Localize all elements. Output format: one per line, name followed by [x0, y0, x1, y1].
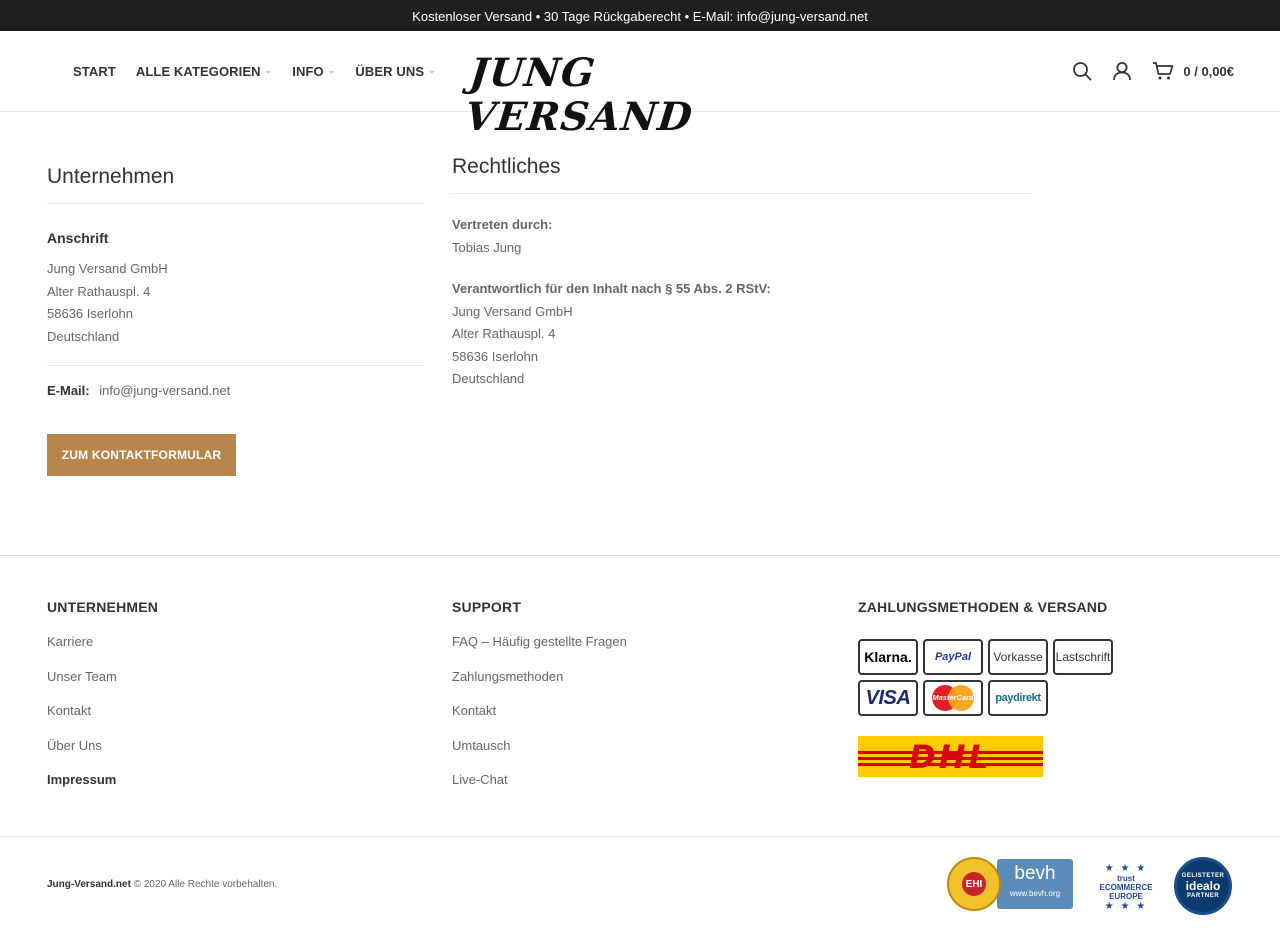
klarna-logo: Klarna. — [858, 639, 918, 675]
paypal-logo: PayPal — [923, 639, 983, 675]
announcement-bar: Kostenloser Versand • 30 Tage Rückgabere… — [0, 0, 1280, 31]
direct-debit-badge: Lastschrift — [1053, 639, 1113, 675]
main-nav: START ALLE KATEGORIEN ⌄ INFO ⌄ ÜBER UNS … — [73, 31, 456, 111]
represented-name: Tobias Jung — [452, 239, 522, 255]
address-line: Jung Versand GmbH — [452, 303, 573, 319]
search-button[interactable] — [1072, 61, 1092, 81]
copyright-text: Jung-Versand.net © 2020 Alle Rechte vorb… — [47, 879, 277, 890]
idealo-wordmark: idealo — [1185, 879, 1221, 893]
visa-logo: VISA — [858, 680, 918, 716]
nav-item-label: INFO — [292, 63, 324, 79]
cart-total: 0 / 0,00€ — [1183, 63, 1234, 79]
nav-item-label: ALLE KATEGORIEN — [135, 63, 261, 79]
footer-support-column: SUPPORT FAQ – Häufig gestellte Fragen Za… — [452, 599, 627, 805]
footer-link-careers[interactable]: Karriere — [47, 632, 158, 667]
bevh-logo: bevh www.bevh.org — [997, 859, 1073, 909]
email-label: E-Mail: — [47, 383, 90, 398]
company-section: Unternehmen Anschrift Jung Versand GmbH … — [47, 165, 423, 476]
address-line: Alter Rathauspl. 4 — [452, 326, 556, 341]
footer-link-imprint[interactable]: Impressum — [47, 770, 158, 805]
address-line: Deutschland — [47, 328, 120, 344]
mastercard-logo: MasterCard — [923, 680, 983, 716]
dhl-logo: DHL — [858, 736, 1043, 777]
footer-link-faq[interactable]: FAQ – Häufig gestellte Fragen — [452, 632, 627, 667]
eu-stars-icon: ★ ★ ★ — [1104, 900, 1148, 912]
site-footer: UNTERNEHMEN Karriere Unser Team Kontakt … — [0, 555, 1280, 836]
contact-form-button[interactable]: ZUM KONTAKTFORMULAR — [47, 434, 236, 476]
announcement-text: Kostenloser Versand • 30 Tage Rückgabere… — [412, 9, 868, 24]
user-icon — [1113, 62, 1132, 81]
footer-company-links: Karriere Unser Team Kontakt Über Uns Imp… — [47, 632, 158, 805]
mastercard-icon: MasterCard — [932, 685, 974, 711]
copyright-brand: Jung-Versand.net — [47, 879, 131, 890]
copyright-notice: © 2020 Alle Rechte vorbehalten. — [133, 879, 278, 890]
eu-stars-icon: ★ ★ ★ — [1104, 862, 1148, 874]
nav-item-about[interactable]: ÜBER UNS ⌄ — [355, 64, 435, 79]
footer-link-support-contact[interactable]: Kontakt — [452, 701, 627, 736]
responsible-block: Verantwortlich für den Inhalt nach § 55 … — [452, 278, 1031, 391]
footer-link-payment-methods[interactable]: Zahlungsmethoden — [452, 667, 627, 702]
cart-button[interactable]: 0 / 0,00€ — [1152, 61, 1234, 81]
address-line: Jung Versand GmbH — [47, 261, 168, 276]
nav-item-start[interactable]: START — [73, 64, 116, 79]
address-line: 58636 Iserlohn — [452, 348, 539, 364]
address-heading: Anschrift — [47, 230, 109, 246]
copyright-bar: Jung-Versand.net © 2020 Alle Rechte vorb… — [0, 836, 1280, 936]
footer-support-title: SUPPORT — [452, 599, 522, 615]
email-link[interactable]: info@jung-versand.net — [99, 383, 230, 398]
ecommerce-trust-label: trust — [1117, 873, 1135, 883]
search-icon — [1073, 62, 1092, 81]
divider — [47, 365, 423, 366]
payment-methods: Klarna. PayPal Vorkasse Lastschrift VISA… — [858, 639, 1113, 716]
ecommerce-europe-badge[interactable]: ★ ★ ★ trust ECOMMERCE EUROPE ★ ★ ★ — [1088, 857, 1164, 917]
nav-item-info[interactable]: INFO ⌄ — [292, 64, 335, 79]
account-button[interactable] — [1112, 61, 1132, 81]
responsible-label: Verantwortlich für den Inhalt nach § 55 … — [452, 281, 771, 296]
company-address: Jung Versand GmbH Alter Rathauspl. 4 586… — [47, 258, 423, 348]
footer-link-live-chat[interactable]: Live-Chat — [452, 770, 627, 805]
idealo-bottom-label: PARTNER — [1186, 893, 1220, 899]
address-line: Alter Rathauspl. 4 — [47, 283, 151, 299]
header-tools: 0 / 0,00€ — [1052, 31, 1234, 111]
site-header: START ALLE KATEGORIEN ⌄ INFO ⌄ ÜBER UNS … — [0, 31, 1280, 140]
mastercard-label: MasterCard — [932, 693, 974, 702]
footer-link-about[interactable]: Über Uns — [47, 736, 158, 771]
footer-company-column: UNTERNEHMEN Karriere Unser Team Kontakt … — [47, 599, 158, 805]
footer-payment-column: ZAHLUNGSMETHODEN & VERSAND Klarna. PayPa… — [858, 599, 1113, 777]
cart-icon — [1153, 62, 1174, 80]
prepayment-badge: Vorkasse — [988, 639, 1048, 675]
nav-item-label: ÜBER UNS — [355, 63, 425, 79]
paydirekt-logo: paydirekt — [988, 680, 1048, 716]
legal-section: Rechtliches Vertreten durch: Tobias Jung… — [452, 155, 1031, 391]
idealo-partner-badge[interactable]: GELISTETER idealo PARTNER — [1174, 857, 1232, 915]
footer-payment-title: ZAHLUNGSMETHODEN & VERSAND — [858, 599, 1108, 615]
footer-company-title: UNTERNEHMEN — [47, 599, 159, 615]
represented-label: Vertreten durch: — [452, 217, 553, 232]
represented-block: Vertreten durch: Tobias Jung — [452, 214, 1031, 259]
ehi-seal-icon: EHI — [947, 857, 1001, 911]
legal-title: Rechtliches — [452, 155, 1031, 194]
address-line: 58636 Iserlohn — [47, 306, 134, 321]
company-title: Unternehmen — [47, 165, 423, 204]
bevh-url: www.bevh.org — [1009, 889, 1061, 898]
europe-label: EUROPE — [1109, 891, 1143, 901]
dhl-wordmark: DHL — [909, 738, 992, 776]
ehi-bevh-badge[interactable]: EHI bevh www.bevh.org — [946, 857, 1074, 911]
site-logo[interactable]: JUNG VERSAND — [463, 50, 813, 140]
footer-support-links: FAQ – Häufig gestellte Fragen Zahlungsme… — [452, 632, 627, 805]
ecommerce-label: ECOMMERCE — [1099, 882, 1153, 892]
ehi-seal-label: EHI — [962, 872, 986, 896]
bevh-wordmark: bevh — [1014, 863, 1056, 884]
nav-item-categories[interactable]: ALLE KATEGORIEN ⌄ — [136, 64, 272, 79]
address-line: Deutschland — [452, 371, 525, 386]
email-row: E-Mail: info@jung-versand.net — [47, 383, 423, 398]
chevron-down-icon: ⌄ — [428, 64, 436, 75]
footer-link-team[interactable]: Unser Team — [47, 667, 158, 702]
chevron-down-icon: ⌄ — [327, 64, 336, 75]
footer-link-exchange[interactable]: Umtausch — [452, 736, 627, 771]
nav-item-label: START — [73, 63, 116, 79]
footer-link-contact[interactable]: Kontakt — [47, 701, 158, 736]
chevron-down-icon: ⌄ — [264, 64, 273, 75]
